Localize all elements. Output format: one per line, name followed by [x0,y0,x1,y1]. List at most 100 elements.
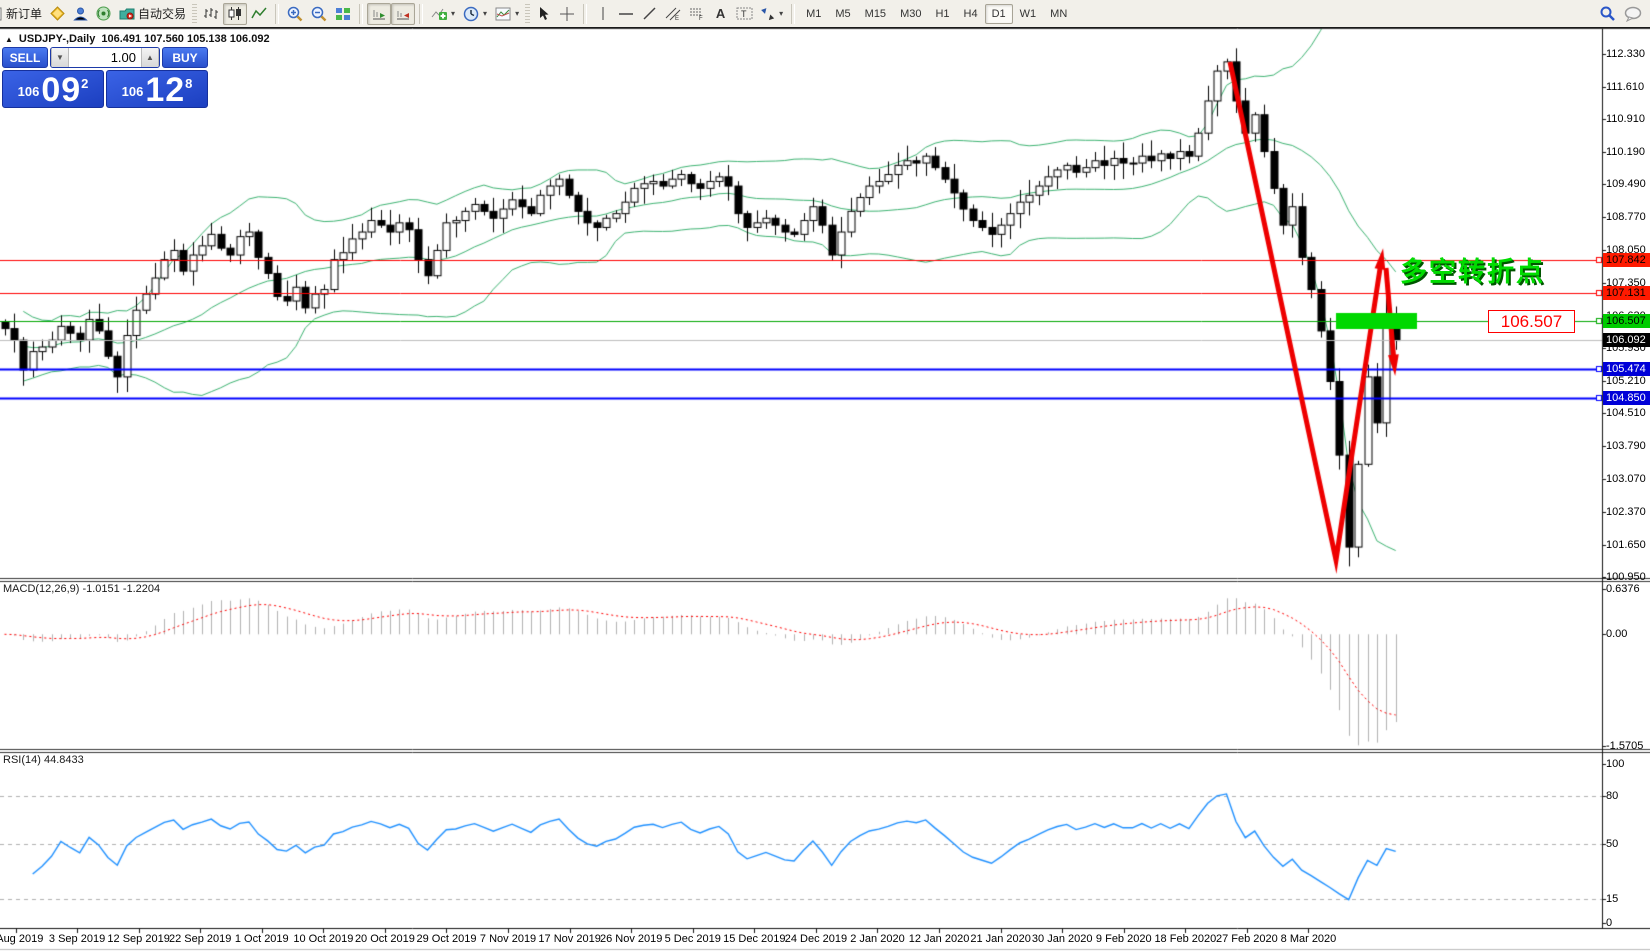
timeframe-button-d1[interactable]: D1 [985,4,1013,24]
trendline-tool-button[interactable] [638,3,661,25]
date-axis-label: 17 Nov 2019 [538,933,600,945]
turning-point-annotation[interactable]: 多空转折点 [1400,250,1545,289]
text-label-icon: T [736,6,753,21]
crosshair-tool-button[interactable] [555,3,579,25]
bar-chart-button[interactable] [199,3,223,25]
zoom-out-button[interactable] [307,3,331,25]
volume-decrease-button[interactable]: ▼ [51,48,69,67]
timeframe-button-m5[interactable]: M5 [828,4,857,24]
volume-increase-button[interactable]: ▲ [141,48,159,67]
auto-scroll-button[interactable] [367,3,391,25]
arrows-dropdown-arrow[interactable]: ▾ [779,9,783,18]
search-button[interactable] [1595,3,1620,25]
chart-shift-button[interactable] [391,3,415,25]
date-axis-label: 6 Aug 2019 [0,933,43,945]
date-axis-label: 18 Feb 2020 [1154,933,1216,945]
chart-window-icon: ▲ [5,35,13,44]
price-axis-label: 109.490 [1606,178,1646,190]
periods-dropdown-arrow[interactable]: ▾ [483,9,487,18]
sell-button[interactable]: SELL [2,47,48,68]
vertical-line-tool-button[interactable] [591,3,614,25]
timeframe-button-m30[interactable]: M30 [893,4,928,24]
fibonacci-tool-button[interactable]: F [685,3,709,25]
horizontal-line-tool-button[interactable] [614,3,638,25]
date-axis-label: 9 Feb 2020 [1096,933,1152,945]
timeframe-button-h4[interactable]: H4 [957,4,985,24]
svg-text:F: F [699,16,703,21]
date-axis-label: 30 Jan 2020 [1032,933,1093,945]
svg-text:T: T [741,9,747,19]
macd-axis-label: 0.00 [1606,628,1627,640]
price-axis-label: 102.370 [1606,506,1646,518]
auto-trading-button[interactable]: 自动交易 [115,3,190,25]
date-axis-label: 21 Jan 2020 [970,933,1031,945]
timeframe-button-h1[interactable]: H1 [928,4,956,24]
new-order-button[interactable]: 新订单 [0,3,46,25]
community-button[interactable] [69,3,92,25]
text-tool-button[interactable]: A [709,3,732,25]
tile-windows-button[interactable] [331,3,355,25]
sell-price-display[interactable]: 106 09 2 [2,70,104,108]
price-axis-label: 111.610 [1606,81,1644,93]
timeframe-button-mn[interactable]: MN [1043,4,1074,24]
templates-dropdown-arrow[interactable]: ▾ [515,9,519,18]
chart-symbol-period: USDJPY-,Daily [19,33,95,45]
buy-price-display[interactable]: 106 12 8 [106,70,208,108]
sell-price-handle: 106 [18,79,40,105]
templates-button[interactable]: ▾ [491,3,523,25]
indicators-dropdown-arrow[interactable]: ▾ [451,9,455,18]
volume-input[interactable] [69,48,141,67]
label-tool-button[interactable]: T [732,3,757,25]
price-axis-label: 108.770 [1606,211,1646,223]
auto-trading-icon [119,7,135,21]
date-axis-label: 20 Oct 2019 [355,933,415,945]
hline-price-label: 106.507 [1603,314,1650,328]
toolbar-grip[interactable] [192,4,197,24]
volume-stepper: ▼ ▲ [50,47,160,68]
date-axis-label: 27 Feb 2020 [1216,933,1278,945]
macd-axis-label: 0.6376 [1606,583,1640,595]
auto-trading-label: 自动交易 [138,5,186,22]
timeframe-button-m1[interactable]: M1 [799,4,828,24]
chat-button[interactable] [1620,3,1646,25]
cursor-icon [537,6,550,21]
signals-button[interactable] [92,3,115,25]
svg-text:E: E [675,16,679,21]
new-order-label: 新订单 [6,5,42,22]
toolbar-separator [359,4,363,24]
timeframe-button-w1[interactable]: W1 [1013,4,1044,24]
candlestick-chart-button[interactable] [223,3,247,25]
rsi-axis-label: 15 [1606,893,1618,905]
zoom-in-button[interactable] [283,3,307,25]
cursor-tool-button[interactable] [532,3,555,25]
toolbar-grip[interactable] [525,4,530,24]
chart-canvas[interactable] [0,0,1650,951]
periods-button[interactable]: ▾ [459,3,491,25]
timeframe-button-m15[interactable]: M15 [858,4,893,24]
price-axis-label: 112.330 [1606,48,1645,60]
line-chart-button[interactable] [247,3,271,25]
vertical-line-icon [597,6,609,21]
rsi-axis-label: 0 [1606,917,1612,929]
buy-price-handle: 106 [122,79,144,105]
arrows-tool-button[interactable]: ▾ [757,3,787,25]
auto-scroll-icon [371,7,387,21]
chart-header: ▲ USDJPY-,Daily 106.491 107.560 105.138 … [5,33,270,45]
template-icon [495,7,511,21]
channel-tool-button[interactable]: E [661,3,685,25]
bar-chart-icon [203,6,219,21]
price-box-annotation[interactable]: 106.507 [1488,310,1575,333]
favorites-button[interactable] [46,3,69,25]
indicators-button[interactable]: ▾ [427,3,459,25]
broadcast-icon [96,6,111,21]
hline-price-label: 105.474 [1603,362,1650,376]
equidistant-channel-icon: E [665,6,681,21]
date-axis-label: 12 Sep 2019 [107,933,169,945]
hline-price-label: 104.850 [1603,391,1650,405]
macd-axis-label: -1.5705 [1606,740,1643,752]
fibonacci-icon: F [689,6,705,21]
price-axis-label: 110.190 [1606,146,1645,158]
gem-icon [50,6,65,21]
date-axis-label: 5 Dec 2019 [665,933,721,945]
date-axis-label: 15 Dec 2019 [723,933,785,945]
